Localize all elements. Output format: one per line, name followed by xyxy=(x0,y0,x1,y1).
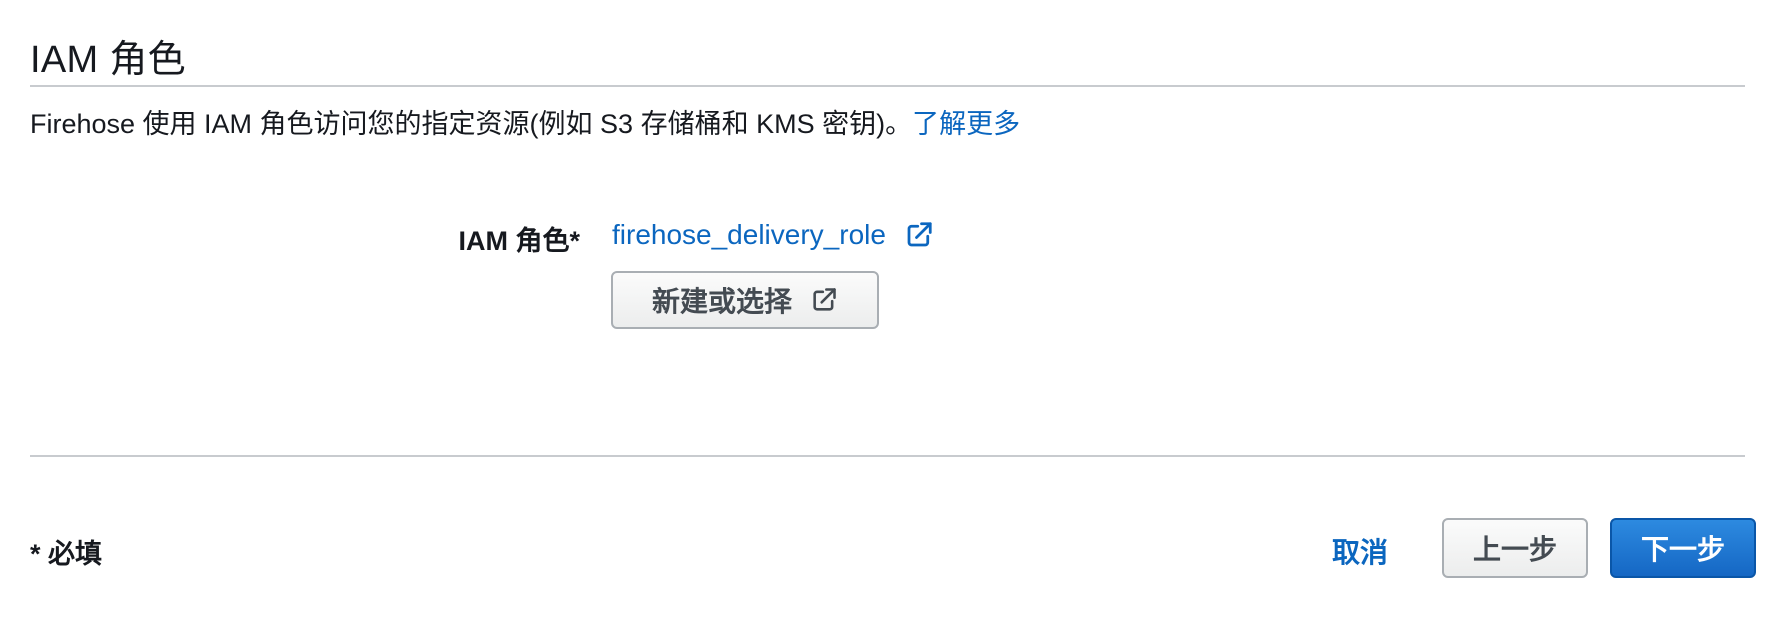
iam-role-name: firehose_delivery_role xyxy=(612,219,886,250)
iam-role-link[interactable]: firehose_delivery_role xyxy=(612,219,934,251)
previous-button[interactable]: 上一步 xyxy=(1442,518,1588,578)
cancel-button[interactable]: 取消 xyxy=(1332,531,1388,571)
external-link-icon xyxy=(813,288,836,311)
section-description: Firehose 使用 IAM 角色访问您的指定资源(例如 S3 存储桶和 KM… xyxy=(30,102,1020,141)
description-text: Firehose 使用 IAM 角色访问您的指定资源(例如 S3 存储桶和 KM… xyxy=(30,109,913,139)
next-button[interactable]: 下一步 xyxy=(1610,518,1756,578)
iam-role-step-page: IAM 角色 Firehose 使用 IAM 角色访问您的指定资源(例如 S3 … xyxy=(0,0,1782,618)
footer-divider xyxy=(30,455,1745,457)
external-link-icon xyxy=(907,222,932,247)
new-or-select-label: 新建或选择 xyxy=(651,286,792,317)
section-title: IAM 角色 xyxy=(30,39,186,81)
iam-role-label: IAM 角色* xyxy=(458,226,581,256)
new-or-select-button[interactable]: 新建或选择 xyxy=(611,271,879,329)
learn-more-link[interactable]: 了解更多 xyxy=(912,109,1020,139)
section-divider xyxy=(30,85,1745,87)
required-note: * 必填 xyxy=(30,539,103,569)
